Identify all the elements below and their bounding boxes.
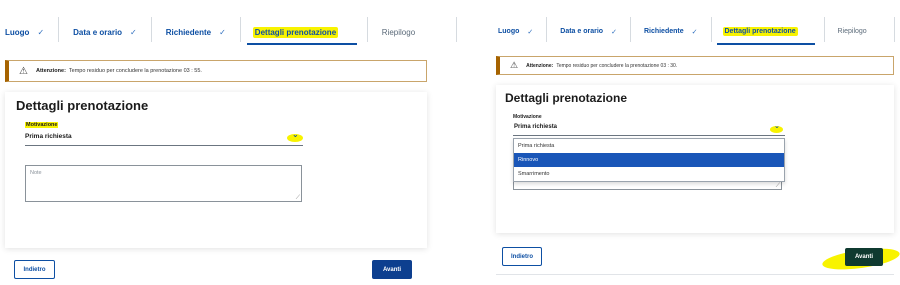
warning-title: Attenzione: <box>526 62 554 69</box>
field-label-text: Motivazione <box>513 114 542 120</box>
note-placeholder: Note <box>30 170 42 176</box>
check-icon: ✓ <box>37 28 45 37</box>
step-data-orario[interactable]: Data e orario ✓ <box>560 17 617 47</box>
step-richiedente[interactable]: Richiedente ✓ <box>166 17 226 47</box>
step-label: Luogo <box>498 28 520 35</box>
step-label: Dettagli prenotazione <box>252 27 339 38</box>
step-divider <box>546 17 548 42</box>
stepper: Luogo ✓ Data e orario ✓ Richiedente ✓ De… <box>498 17 895 47</box>
motivazione-select-value[interactable]: Prima richiesta <box>514 124 557 130</box>
warning-alert: ⚠ Attenzione: Tempo residuo per conclude… <box>5 60 427 82</box>
check-icon: ✓ <box>130 28 137 37</box>
next-button[interactable]: Avanti <box>372 260 412 279</box>
step-label: Richiedente <box>165 28 212 37</box>
field-label-text: Motivazione <box>25 122 59 128</box>
stepper: Luogo ✓ Data e orario ✓ Richiedente ✓ De… <box>5 17 471 47</box>
step-label: Luogo <box>5 28 30 37</box>
step-riepilogo: Riepilogo <box>838 17 888 47</box>
resize-handle-icon[interactable]: ⟋ <box>296 195 300 201</box>
chevron-down-icon[interactable]: ⌄ <box>292 131 299 139</box>
note-textarea[interactable]: Note ⟋ <box>25 165 302 202</box>
step-riepilogo: Riepilogo <box>382 17 442 47</box>
motivazione-select-value[interactable]: Prima richiesta <box>25 133 72 140</box>
booking-panel-before: Luogo ✓ Data e orario ✓ Richiedente ✓ De… <box>0 0 457 285</box>
step-divider <box>366 17 368 42</box>
step-label: Riepilogo <box>837 28 867 35</box>
warning-triangle-icon: ⚠ <box>19 65 28 77</box>
warning-triangle-icon: ⚠ <box>510 60 519 70</box>
check-icon: ✓ <box>527 29 534 36</box>
dropdown-option-selected[interactable]: Rinnovo <box>514 153 784 167</box>
step-label: Data e orario <box>73 28 123 37</box>
step-label: Data e orario <box>560 28 604 35</box>
step-label: Richiedente <box>643 28 684 35</box>
card-title: Dettagli prenotazione <box>505 91 628 105</box>
footer-divider <box>496 274 894 275</box>
step-divider <box>150 17 152 42</box>
field-label-motivazione: Motivazione <box>513 114 542 120</box>
motivazione-dropdown: Prima richiesta Rinnovo Smarrimento <box>513 138 785 182</box>
step-dettagli-prenotazione[interactable]: Dettagli prenotazione <box>716 17 815 47</box>
details-card: Dettagli prenotazione Motivazione Prima … <box>5 92 427 248</box>
details-card: Dettagli prenotazione Motivazione Prima … <box>496 85 894 233</box>
dropdown-option[interactable]: Smarrimento <box>514 167 784 181</box>
step-data-orario[interactable]: Data e orario ✓ <box>73 17 137 47</box>
dropdown-option[interactable]: Prima richiesta <box>514 139 784 153</box>
warning-text: Tempo residuo per concludere la prenotaz… <box>556 62 678 69</box>
step-divider <box>893 17 895 42</box>
step-richiedente[interactable]: Richiedente ✓ <box>644 17 698 47</box>
step-luogo[interactable]: Luogo ✓ <box>498 17 533 47</box>
step-divider <box>710 17 712 42</box>
check-icon: ✓ <box>611 29 617 36</box>
step-label: Riepilogo <box>381 28 416 37</box>
step-divider <box>629 17 631 42</box>
warning-text: Tempo residuo per concludere la prenotaz… <box>68 68 202 74</box>
step-divider <box>455 17 457 42</box>
next-button[interactable]: Avanti <box>845 248 883 266</box>
select-underline <box>513 135 785 136</box>
select-underline <box>25 145 303 146</box>
step-divider <box>239 17 241 42</box>
warning-title: Attenzione: <box>35 68 66 74</box>
back-button[interactable]: Indietro <box>502 247 542 266</box>
warning-alert: ⚠ Attenzione: Tempo residuo per conclude… <box>496 56 894 75</box>
check-icon: ✓ <box>691 29 698 36</box>
resize-handle-icon[interactable]: ⟋ <box>776 183 780 189</box>
step-luogo[interactable]: Luogo ✓ <box>5 17 44 47</box>
booking-panel-after: Luogo ✓ Data e orario ✓ Richiedente ✓ De… <box>489 0 900 285</box>
step-dettagli-prenotazione[interactable]: Dettagli prenotazione <box>246 17 357 47</box>
field-label-motivazione: Motivazione <box>25 122 59 128</box>
check-icon: ✓ <box>219 28 226 37</box>
back-button[interactable]: Indietro <box>14 260 55 279</box>
card-title: Dettagli prenotazione <box>16 98 149 113</box>
step-label: Dettagli prenotazione <box>722 27 798 36</box>
step-divider <box>58 17 60 42</box>
chevron-down-icon[interactable]: ⌄ <box>774 123 780 130</box>
step-divider <box>823 17 825 42</box>
